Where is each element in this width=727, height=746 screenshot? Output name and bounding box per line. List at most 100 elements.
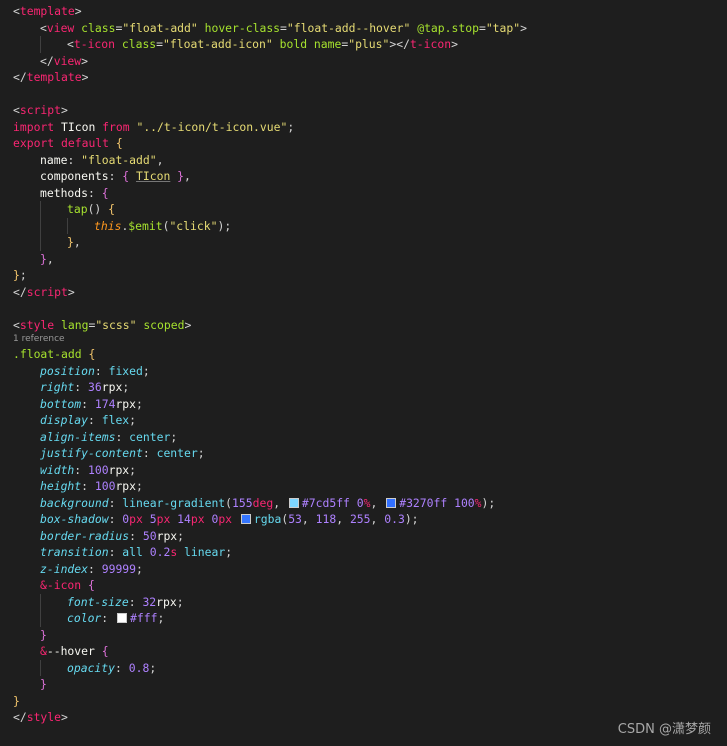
code-token: < — [13, 4, 20, 18]
code-token: : — [108, 169, 123, 183]
code-token: class — [81, 20, 116, 35]
indent-guide — [40, 593, 67, 610]
code-token: > — [61, 710, 68, 724]
code-token: % — [363, 495, 371, 510]
indent-guide — [13, 561, 40, 578]
code-token: 255 — [349, 512, 371, 526]
watermark: CSDN @潇梦颜 — [617, 722, 711, 737]
code-line: right: 36rpx; — [13, 379, 727, 396]
color-swatch-icon[interactable] — [288, 497, 299, 508]
code-token: components — [40, 169, 109, 183]
code-token: { — [88, 347, 96, 361]
code-token: < — [67, 37, 74, 51]
code-token: lang — [61, 317, 89, 332]
code-token: } — [40, 251, 47, 266]
code-token: < — [40, 20, 47, 35]
indent-guide — [13, 251, 40, 268]
code-token: right — [40, 380, 75, 394]
code-token: { — [108, 202, 116, 216]
code-token: } — [67, 235, 74, 249]
code-token: : — [108, 512, 123, 526]
codelens-reference[interactable]: 1 reference — [13, 333, 727, 346]
color-swatch-icon[interactable] — [117, 613, 128, 623]
code-line: font-size: 32rpx; — [13, 593, 727, 610]
code-token: 36 — [88, 380, 102, 394]
indent-guide — [40, 659, 67, 676]
code-token: 50 — [142, 528, 157, 543]
code-token: "plus" — [348, 37, 390, 51]
code-token: 14 — [177, 512, 191, 526]
code-token: t-icon — [409, 37, 452, 51]
indent-guide — [13, 168, 40, 185]
code-token: < — [13, 317, 20, 332]
code-token: , — [273, 495, 287, 510]
code-token: </ — [40, 53, 54, 68]
indent-guide — [13, 20, 40, 37]
code-token: ; — [149, 660, 157, 675]
code-token: } — [40, 627, 47, 642]
indent-guide — [13, 660, 40, 677]
code-token: name — [40, 152, 68, 167]
indent-guide — [40, 36, 67, 53]
indent-guide — [13, 528, 40, 545]
code-line: height: 100rpx; — [13, 478, 727, 495]
code-token: , — [336, 512, 350, 526]
code-token: font-size — [67, 594, 129, 609]
code-token: : — [81, 479, 95, 493]
code-token: "float-add--hover" — [286, 20, 411, 35]
code-token: ; — [176, 594, 184, 609]
code-token: } — [40, 677, 47, 691]
code-line: transition: all 0.2s linear; — [13, 544, 727, 561]
code-token: : — [101, 611, 116, 625]
code-token: > — [451, 37, 458, 51]
code-token: "float-add" — [81, 152, 157, 167]
code-line: color: #fff; — [13, 610, 727, 627]
code-token: () — [87, 202, 109, 216]
code-token: --hover — [46, 644, 102, 658]
code-token: } — [13, 268, 20, 282]
code-token: , — [46, 251, 54, 266]
indent-guide — [13, 643, 40, 660]
code-token: px — [156, 512, 171, 526]
code-token: rpx — [108, 462, 130, 477]
code-line: &--hover { — [13, 643, 727, 660]
color-swatch-icon[interactable] — [386, 497, 397, 508]
code-token: > — [184, 317, 192, 332]
code-token: height — [40, 479, 82, 493]
code-line: display: flex; — [13, 412, 727, 429]
code-token: .float-add — [13, 347, 82, 361]
indent-guide — [13, 495, 40, 512]
code-token: ( — [225, 495, 233, 510]
indent-guide — [13, 218, 40, 235]
code-token: center — [129, 429, 171, 444]
code-token: "tap" — [485, 20, 521, 35]
indent-guide — [13, 462, 40, 479]
code-token: > — [520, 20, 527, 35]
code-token: flex — [101, 413, 130, 427]
code-token: : — [74, 380, 89, 394]
code-token: & — [40, 644, 47, 658]
indent-guide — [13, 36, 40, 53]
indent-guide — [13, 610, 40, 627]
indent-guide — [13, 544, 40, 561]
code-editor[interactable]: <template> <view class="float-add" hover-… — [13, 3, 727, 726]
code-token: } — [177, 169, 185, 183]
code-token: { — [101, 644, 109, 658]
code-token: template — [19, 4, 75, 18]
color-swatch-icon[interactable] — [240, 514, 251, 524]
code-token: ); — [404, 512, 419, 526]
code-token: = — [156, 37, 164, 51]
code-token: t-icon — [73, 37, 116, 51]
code-token: } — [13, 693, 20, 708]
code-token: rgba — [253, 512, 282, 526]
indent-guide — [13, 577, 40, 594]
indent-guide — [13, 152, 40, 169]
code-token: > — [81, 53, 89, 68]
